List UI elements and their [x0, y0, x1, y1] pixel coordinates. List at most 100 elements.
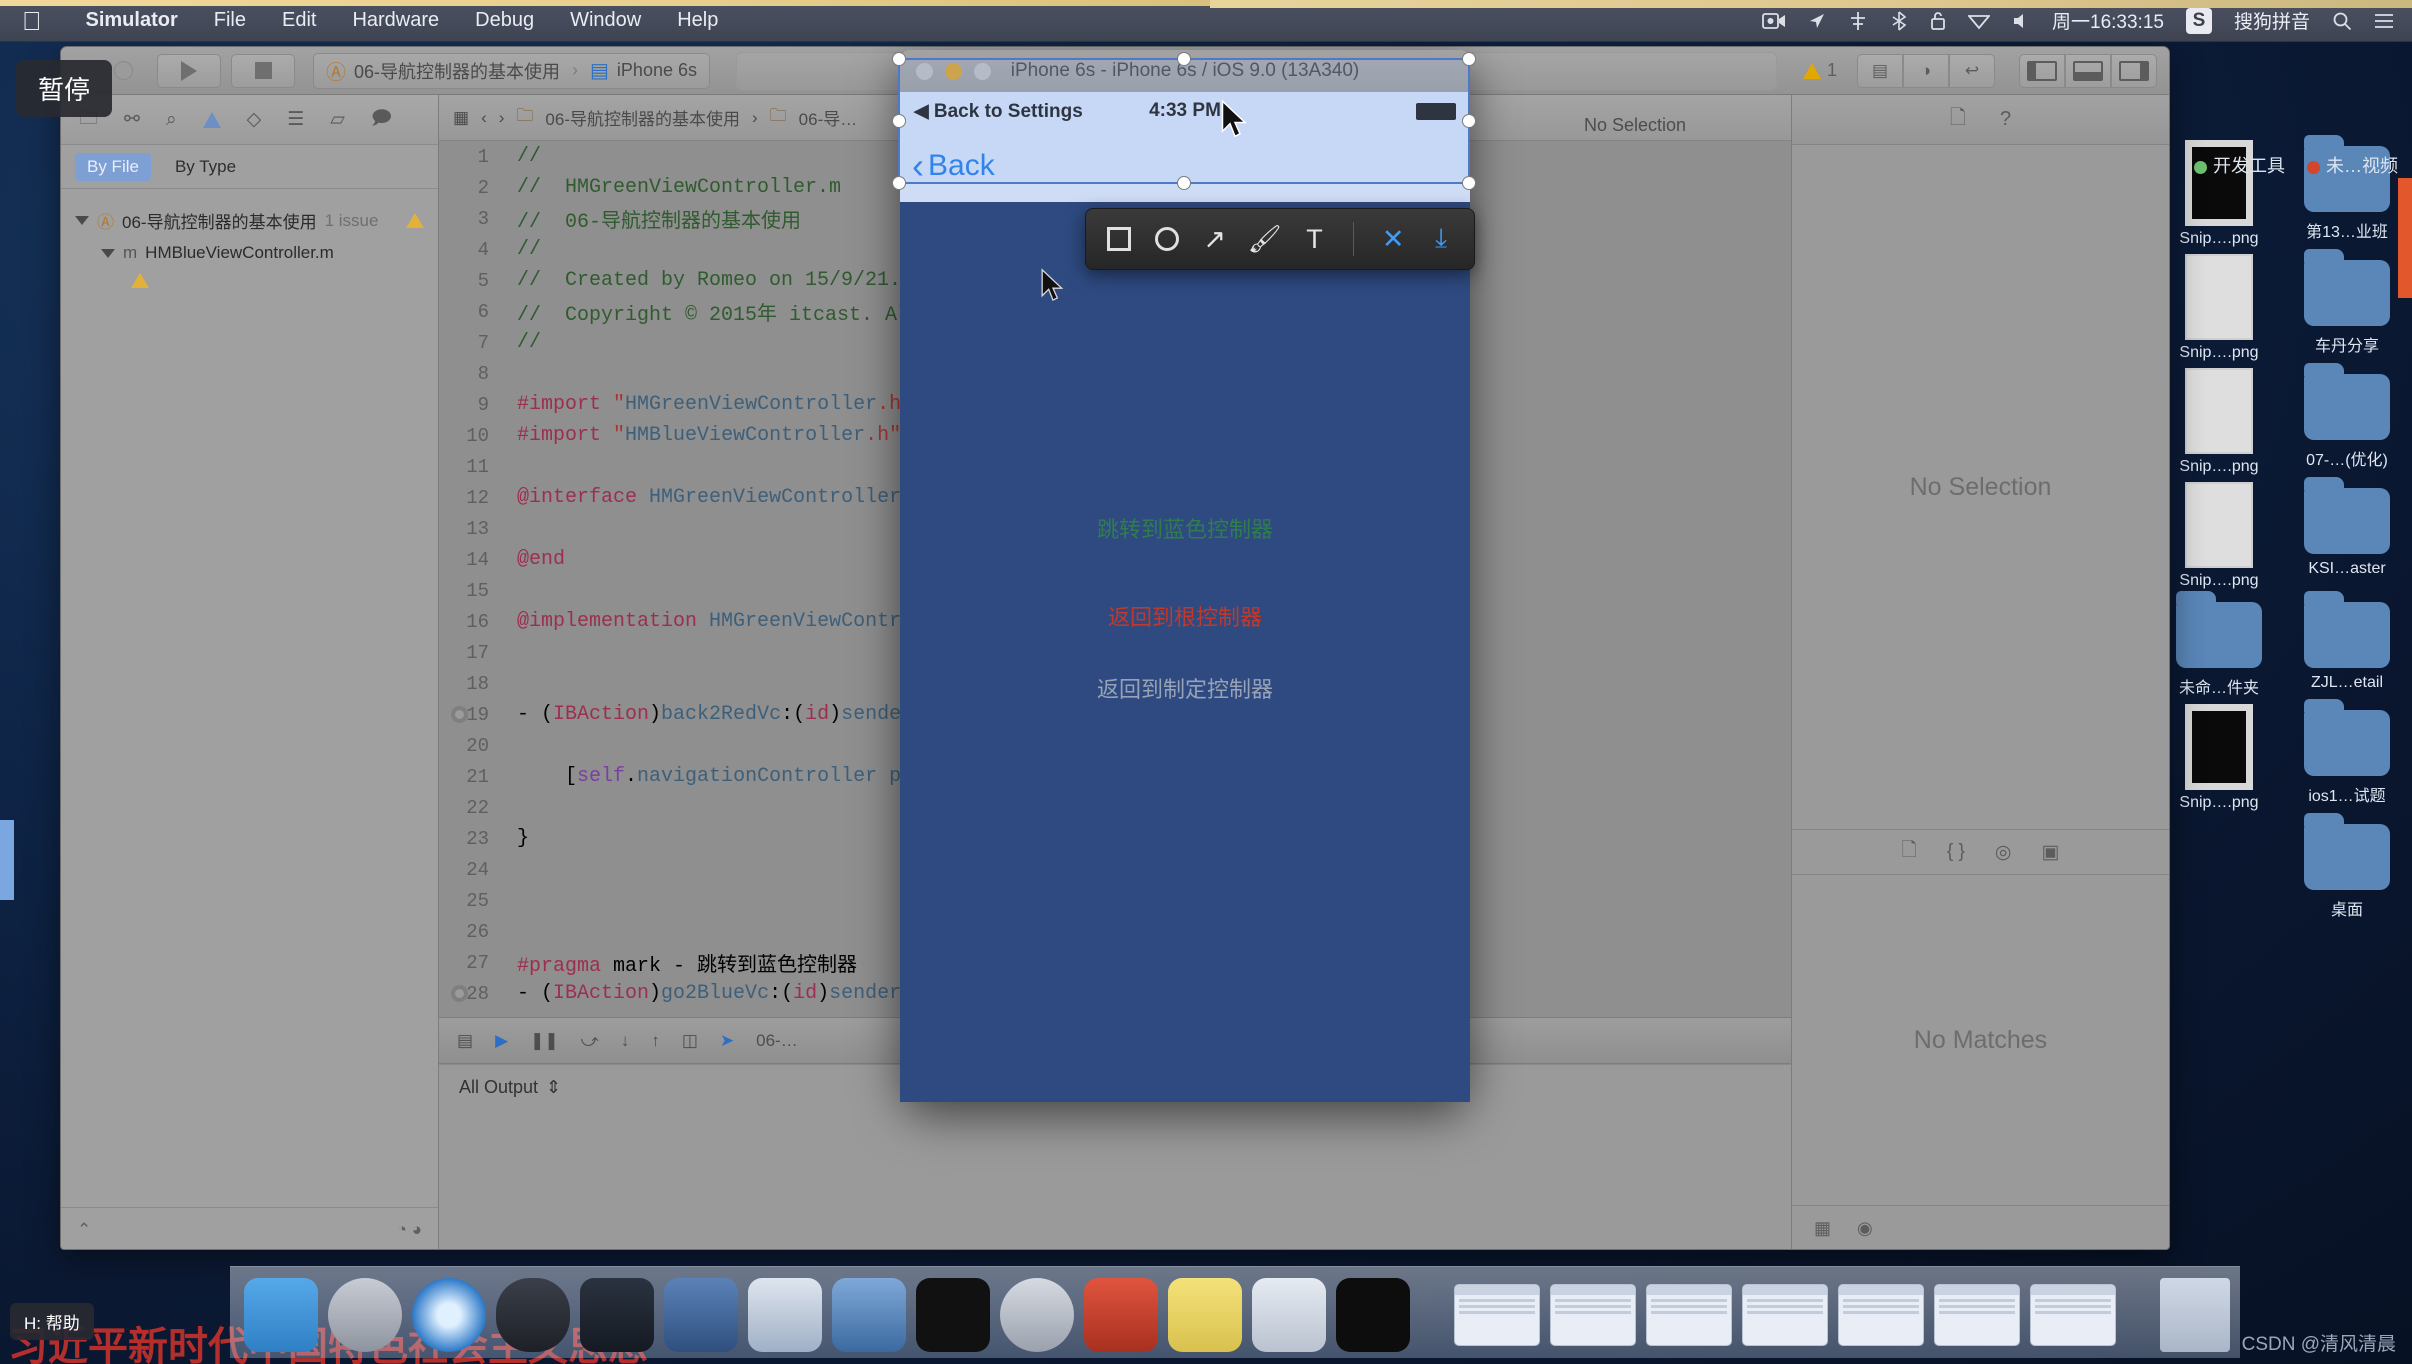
video-icon[interactable]: [580, 1278, 654, 1352]
launchpad-icon[interactable]: [328, 1278, 402, 1352]
toggle-inspector-button[interactable]: [2111, 54, 2157, 88]
dock-window-thumbnail[interactable]: [1550, 1284, 1636, 1346]
disclosure-triangle-icon[interactable]: [101, 249, 115, 258]
standard-editor-button[interactable]: ▤: [1857, 54, 1903, 88]
menubar-status-items[interactable]: 周一16:33:15 S 搜狗拼音: [1762, 7, 2412, 34]
arrow-tool-icon[interactable]: ↗: [1202, 224, 1228, 255]
breakpoint-marker[interactable]: [451, 706, 468, 723]
resize-handle-nw[interactable]: [892, 52, 906, 66]
brush-tool-icon[interactable]: 🖌: [1250, 223, 1280, 255]
quick-help-icon[interactable]: ?: [2000, 108, 2011, 131]
resize-handle-ne[interactable]: [1462, 52, 1476, 66]
screen-record-icon[interactable]: [1762, 12, 1786, 30]
save-download-icon[interactable]: ⤓: [1428, 223, 1454, 255]
desktop-icon[interactable]: 桌面: [2292, 818, 2402, 920]
step-into-icon[interactable]: ↓: [621, 1031, 630, 1051]
bluetooth-icon[interactable]: [1890, 11, 1908, 31]
toggle-navigator-button[interactable]: [2019, 54, 2065, 88]
menu-item-window[interactable]: Window: [552, 9, 659, 32]
notes-icon[interactable]: [1168, 1278, 1242, 1352]
ios-button-specified-vc[interactable]: 返回到制定控制器: [900, 672, 1470, 704]
breadcrumb-file[interactable]: 06-导…: [799, 105, 858, 130]
resize-handle-e[interactable]: [1462, 114, 1476, 128]
finder-icon[interactable]: [244, 1278, 318, 1352]
settings-icon[interactable]: [1000, 1278, 1074, 1352]
menu-item-file[interactable]: File: [196, 9, 264, 32]
trash-icon[interactable]: [2160, 1278, 2230, 1352]
forward-arrow-icon[interactable]: ›: [499, 108, 505, 128]
close-icon[interactable]: ✕: [1380, 224, 1406, 255]
dock-window-thumbnail[interactable]: [1742, 1284, 1828, 1346]
editor-mode-segment[interactable]: ▤ ◑ ↩: [1857, 54, 1995, 88]
menu-item-debug[interactable]: Debug: [457, 9, 552, 32]
desktop-icon[interactable]: ios1…试题: [2292, 704, 2402, 812]
issue-filter-bar[interactable]: By File By Type: [61, 145, 438, 189]
device-icon[interactable]: [832, 1278, 906, 1352]
p-app-icon[interactable]: [1252, 1278, 1326, 1352]
menu-item-simulator[interactable]: Simulator: [68, 9, 196, 32]
breadcrumb-project[interactable]: 06-导航控制器的基本使用: [545, 105, 740, 130]
report-navigator-icon[interactable]: 🗩: [371, 104, 392, 136]
terminal-icon[interactable]: [916, 1278, 990, 1352]
input-method-label[interactable]: 搜狗拼音: [2234, 7, 2310, 34]
issue-navigator-icon[interactable]: [203, 112, 221, 128]
search-icon[interactable]: [2332, 11, 2352, 31]
orange-side-tab[interactable]: [2398, 178, 2412, 298]
navigator-add-button[interactable]: ⌃: [77, 1220, 91, 1240]
related-items-icon[interactable]: ▦: [453, 108, 469, 128]
simulate-location-icon[interactable]: ➤: [720, 1031, 734, 1051]
resize-handle-w[interactable]: [892, 114, 906, 128]
airplay-icon[interactable]: [1848, 11, 1868, 31]
object-library-icon[interactable]: ◎: [1995, 841, 2012, 864]
resize-handle-s[interactable]: [1177, 176, 1191, 190]
pen-icon[interactable]: [748, 1278, 822, 1352]
library-grid-icon[interactable]: ▦: [1814, 1218, 1831, 1239]
dock-window-thumbnail[interactable]: [1838, 1284, 1924, 1346]
library-options-icon[interactable]: ◉: [1857, 1218, 1873, 1239]
breakpoint-navigator-icon[interactable]: ▱: [330, 108, 345, 131]
dock-window-thumbnail[interactable]: [1646, 1284, 1732, 1346]
tree-item-issue[interactable]: [71, 268, 428, 293]
lock-icon[interactable]: [1930, 11, 1946, 31]
code-snippet-library-icon[interactable]: { }: [1947, 841, 1965, 863]
step-over-icon[interactable]: ⤻: [581, 1031, 599, 1051]
toggle-debug-area-button[interactable]: [2065, 54, 2111, 88]
dock-window-thumbnail[interactable]: [1934, 1284, 2020, 1346]
sogou-logo-icon[interactable]: S: [2186, 8, 2212, 34]
mouse-icon[interactable]: [496, 1278, 570, 1352]
scheme-selector[interactable]: Ⓐ 06-导航控制器的基本使用 › ▤ iPhone 6s: [313, 53, 710, 89]
media-library-icon[interactable]: ▣: [2041, 841, 2059, 864]
menu-item-hardware[interactable]: Hardware: [334, 9, 457, 32]
menubar-clock[interactable]: 周一16:33:15: [2052, 7, 2164, 34]
dock-window-thumbnail[interactable]: [2030, 1284, 2116, 1346]
library-tab-bar[interactable]: 🗋 { } ◎ ▣: [1792, 829, 2169, 875]
annotation-toolbar[interactable]: ↗ 🖌 T ✕ ⤓: [1085, 208, 1475, 270]
tools-icon[interactable]: [664, 1278, 738, 1352]
issue-counter[interactable]: 1: [1803, 60, 1847, 81]
desktop-icon[interactable]: KSI…aster: [2292, 482, 2402, 590]
debug-panel-icon[interactable]: ▤: [457, 1031, 473, 1051]
menu-item-edit[interactable]: Edit: [264, 9, 334, 32]
desktop-icon[interactable]: Snip….png: [2164, 368, 2274, 476]
location-arrow-icon[interactable]: [1808, 12, 1826, 30]
apple-icon[interactable]: : [22, 8, 42, 34]
safari-icon[interactable]: [412, 1278, 486, 1352]
desktop-icon[interactable]: ZJL…etail: [2292, 596, 2402, 698]
xmind-icon[interactable]: [1084, 1278, 1158, 1352]
file-inspector-icon[interactable]: 🗋: [1950, 103, 1966, 137]
macos-dock[interactable]: [230, 1266, 2240, 1358]
navigator-filter-icons[interactable]: ◔ ◕: [397, 1220, 422, 1240]
continue-icon[interactable]: ▶: [495, 1031, 508, 1051]
version-editor-button[interactable]: ↩: [1949, 54, 1995, 88]
control-center-icon[interactable]: [2374, 12, 2394, 30]
black-app-icon[interactable]: [1336, 1278, 1410, 1352]
resize-handle-se[interactable]: [1462, 176, 1476, 190]
desktop-icon[interactable]: 未命…件夹: [2164, 596, 2274, 698]
console-filter-label[interactable]: All Output: [459, 1077, 538, 1098]
filter-by-type-tab[interactable]: By Type: [163, 153, 248, 181]
ellipse-tool-icon[interactable]: [1154, 227, 1180, 251]
screenshot-selection-rect[interactable]: [898, 58, 1470, 184]
inspector-tab-bar[interactable]: 🗋 ?: [1792, 95, 2169, 145]
stop-button[interactable]: [231, 54, 295, 88]
wifi-icon[interactable]: [1968, 12, 1990, 30]
